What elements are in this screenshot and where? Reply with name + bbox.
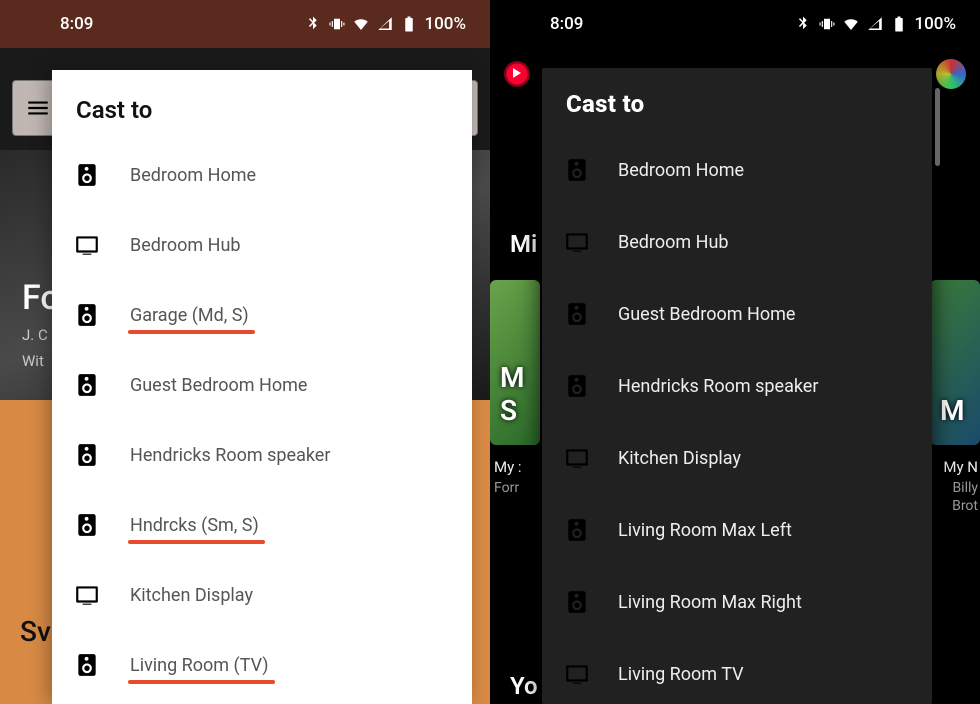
cast-device[interactable]: Living Room Max Right [542, 566, 932, 638]
speaker-icon [74, 302, 100, 328]
status-bar: 8:09 100% [0, 0, 490, 48]
phone-left: 8:09 100% Fo J. C Wit Sv Cast to Bedroom… [0, 0, 490, 704]
tile2-sub1: Billy [952, 480, 978, 496]
cast-device-label: Hendricks Room speaker [618, 376, 818, 397]
cast-device[interactable]: Living Room (TV) [52, 630, 472, 700]
speaker-icon [74, 442, 100, 468]
wifi-icon [352, 15, 370, 33]
cast-device-label: Living Room TV [618, 664, 744, 685]
cast-device[interactable]: Guest Bedroom Home [52, 350, 472, 420]
bluetooth-icon [794, 15, 812, 33]
tile1-subcaption: Forr [494, 480, 519, 496]
cast-sheet-light: Cast to Bedroom Home Bedroom Hub Garage (M… [52, 70, 472, 704]
speaker-icon [74, 512, 100, 538]
speaker-icon [74, 652, 100, 678]
vibrate-icon [818, 15, 836, 33]
status-icons: 100% [794, 14, 956, 34]
tile2-caption: My N [943, 458, 978, 476]
cast-device-label: Bedroom Home [618, 160, 744, 181]
cast-title: Cast to [542, 90, 932, 134]
speaker-icon [74, 372, 100, 398]
hero-subtitle: Wit [22, 352, 44, 370]
status-icons: 100% [304, 14, 466, 34]
cast-device-label: Living Room Max Right [618, 592, 802, 613]
tv-icon [74, 232, 100, 258]
hero-artist: J. C [22, 326, 48, 344]
battery-pct: 100% [914, 14, 956, 34]
speaker-icon [564, 157, 590, 183]
clock: 8:09 [60, 14, 93, 34]
phone-right: 8:09 100% Mi MS M My : Forr My N Billy B… [490, 0, 980, 704]
wifi-icon [842, 15, 860, 33]
cast-device-label: Kitchen Display [130, 585, 253, 606]
mix-tile-2[interactable]: M [930, 280, 980, 445]
tile1-caption: My : [494, 458, 522, 476]
speaker-icon [564, 373, 590, 399]
cast-device[interactable]: Hendricks Room speaker [542, 350, 932, 422]
cast-device[interactable]: Bedroom Hub [52, 210, 472, 280]
tile2-sub2: Brot [952, 498, 978, 514]
cast-device[interactable]: Bedroom Hub [542, 206, 932, 278]
cast-device-label: Bedroom Hub [618, 232, 729, 253]
cast-device[interactable]: Kitchen Display [542, 422, 932, 494]
speaker-icon [564, 301, 590, 327]
speaker-icon [74, 162, 100, 188]
cast-device[interactable]: Hndrcks (Sm, S) [52, 490, 472, 560]
cast-sheet-dark: Cast to Bedroom Home Bedroom Hub Guest Bed… [542, 68, 932, 704]
cast-device-label: Hendricks Room speaker [130, 445, 330, 466]
cast-device[interactable]: Garage (Md, S) [52, 280, 472, 350]
bluetooth-icon [304, 15, 322, 33]
tv-icon [74, 582, 100, 608]
section-you: Yo [510, 672, 538, 700]
cast-device-label: Garage (Md, S) [130, 305, 249, 326]
tv-icon [564, 661, 590, 687]
lower-title: Sv [20, 615, 51, 648]
menu-icon[interactable] [25, 95, 51, 121]
speaker-icon [564, 517, 590, 543]
clock: 8:09 [550, 14, 583, 34]
cast-title: Cast to [52, 96, 472, 140]
vibrate-icon [328, 15, 346, 33]
cast-device[interactable]: Guest Bedroom Home [542, 278, 932, 350]
speaker-icon [564, 589, 590, 615]
cast-device-label: Living Room Max Left [618, 520, 792, 541]
cast-device[interactable]: Hendricks Room speaker [52, 420, 472, 490]
mix-tile-1[interactable]: MS [490, 280, 540, 445]
battery-icon [400, 15, 418, 33]
cast-device[interactable]: Bedroom Home [52, 140, 472, 210]
signal-icon [376, 15, 394, 33]
tv-icon [564, 445, 590, 471]
cast-device-label: Guest Bedroom Home [618, 304, 795, 325]
cast-device-label: Bedroom Hub [130, 235, 241, 256]
cast-device[interactable]: Living Room Max Left [542, 494, 932, 566]
section-mixes: Mi [510, 230, 537, 258]
cast-device[interactable]: Kitchen Display [52, 560, 472, 630]
cast-device-label: Living Room (TV) [130, 655, 269, 676]
cast-device-label: Guest Bedroom Home [130, 375, 307, 396]
signal-icon [866, 15, 884, 33]
tv-icon [564, 229, 590, 255]
cast-device[interactable]: Living Room TV [542, 638, 932, 704]
status-bar: 8:09 100% [490, 0, 980, 48]
cast-scrollbar[interactable] [935, 88, 940, 166]
cast-device[interactable]: Bedroom Home [542, 134, 932, 206]
battery-icon [890, 15, 908, 33]
battery-pct: 100% [424, 14, 466, 34]
cast-device-label: Bedroom Home [130, 165, 256, 186]
avatar[interactable] [936, 59, 966, 89]
cast-device-label: Kitchen Display [618, 448, 741, 469]
cast-device-label: Hndrcks (Sm, S) [130, 515, 259, 536]
ytmusic-logo-icon[interactable] [504, 61, 530, 87]
